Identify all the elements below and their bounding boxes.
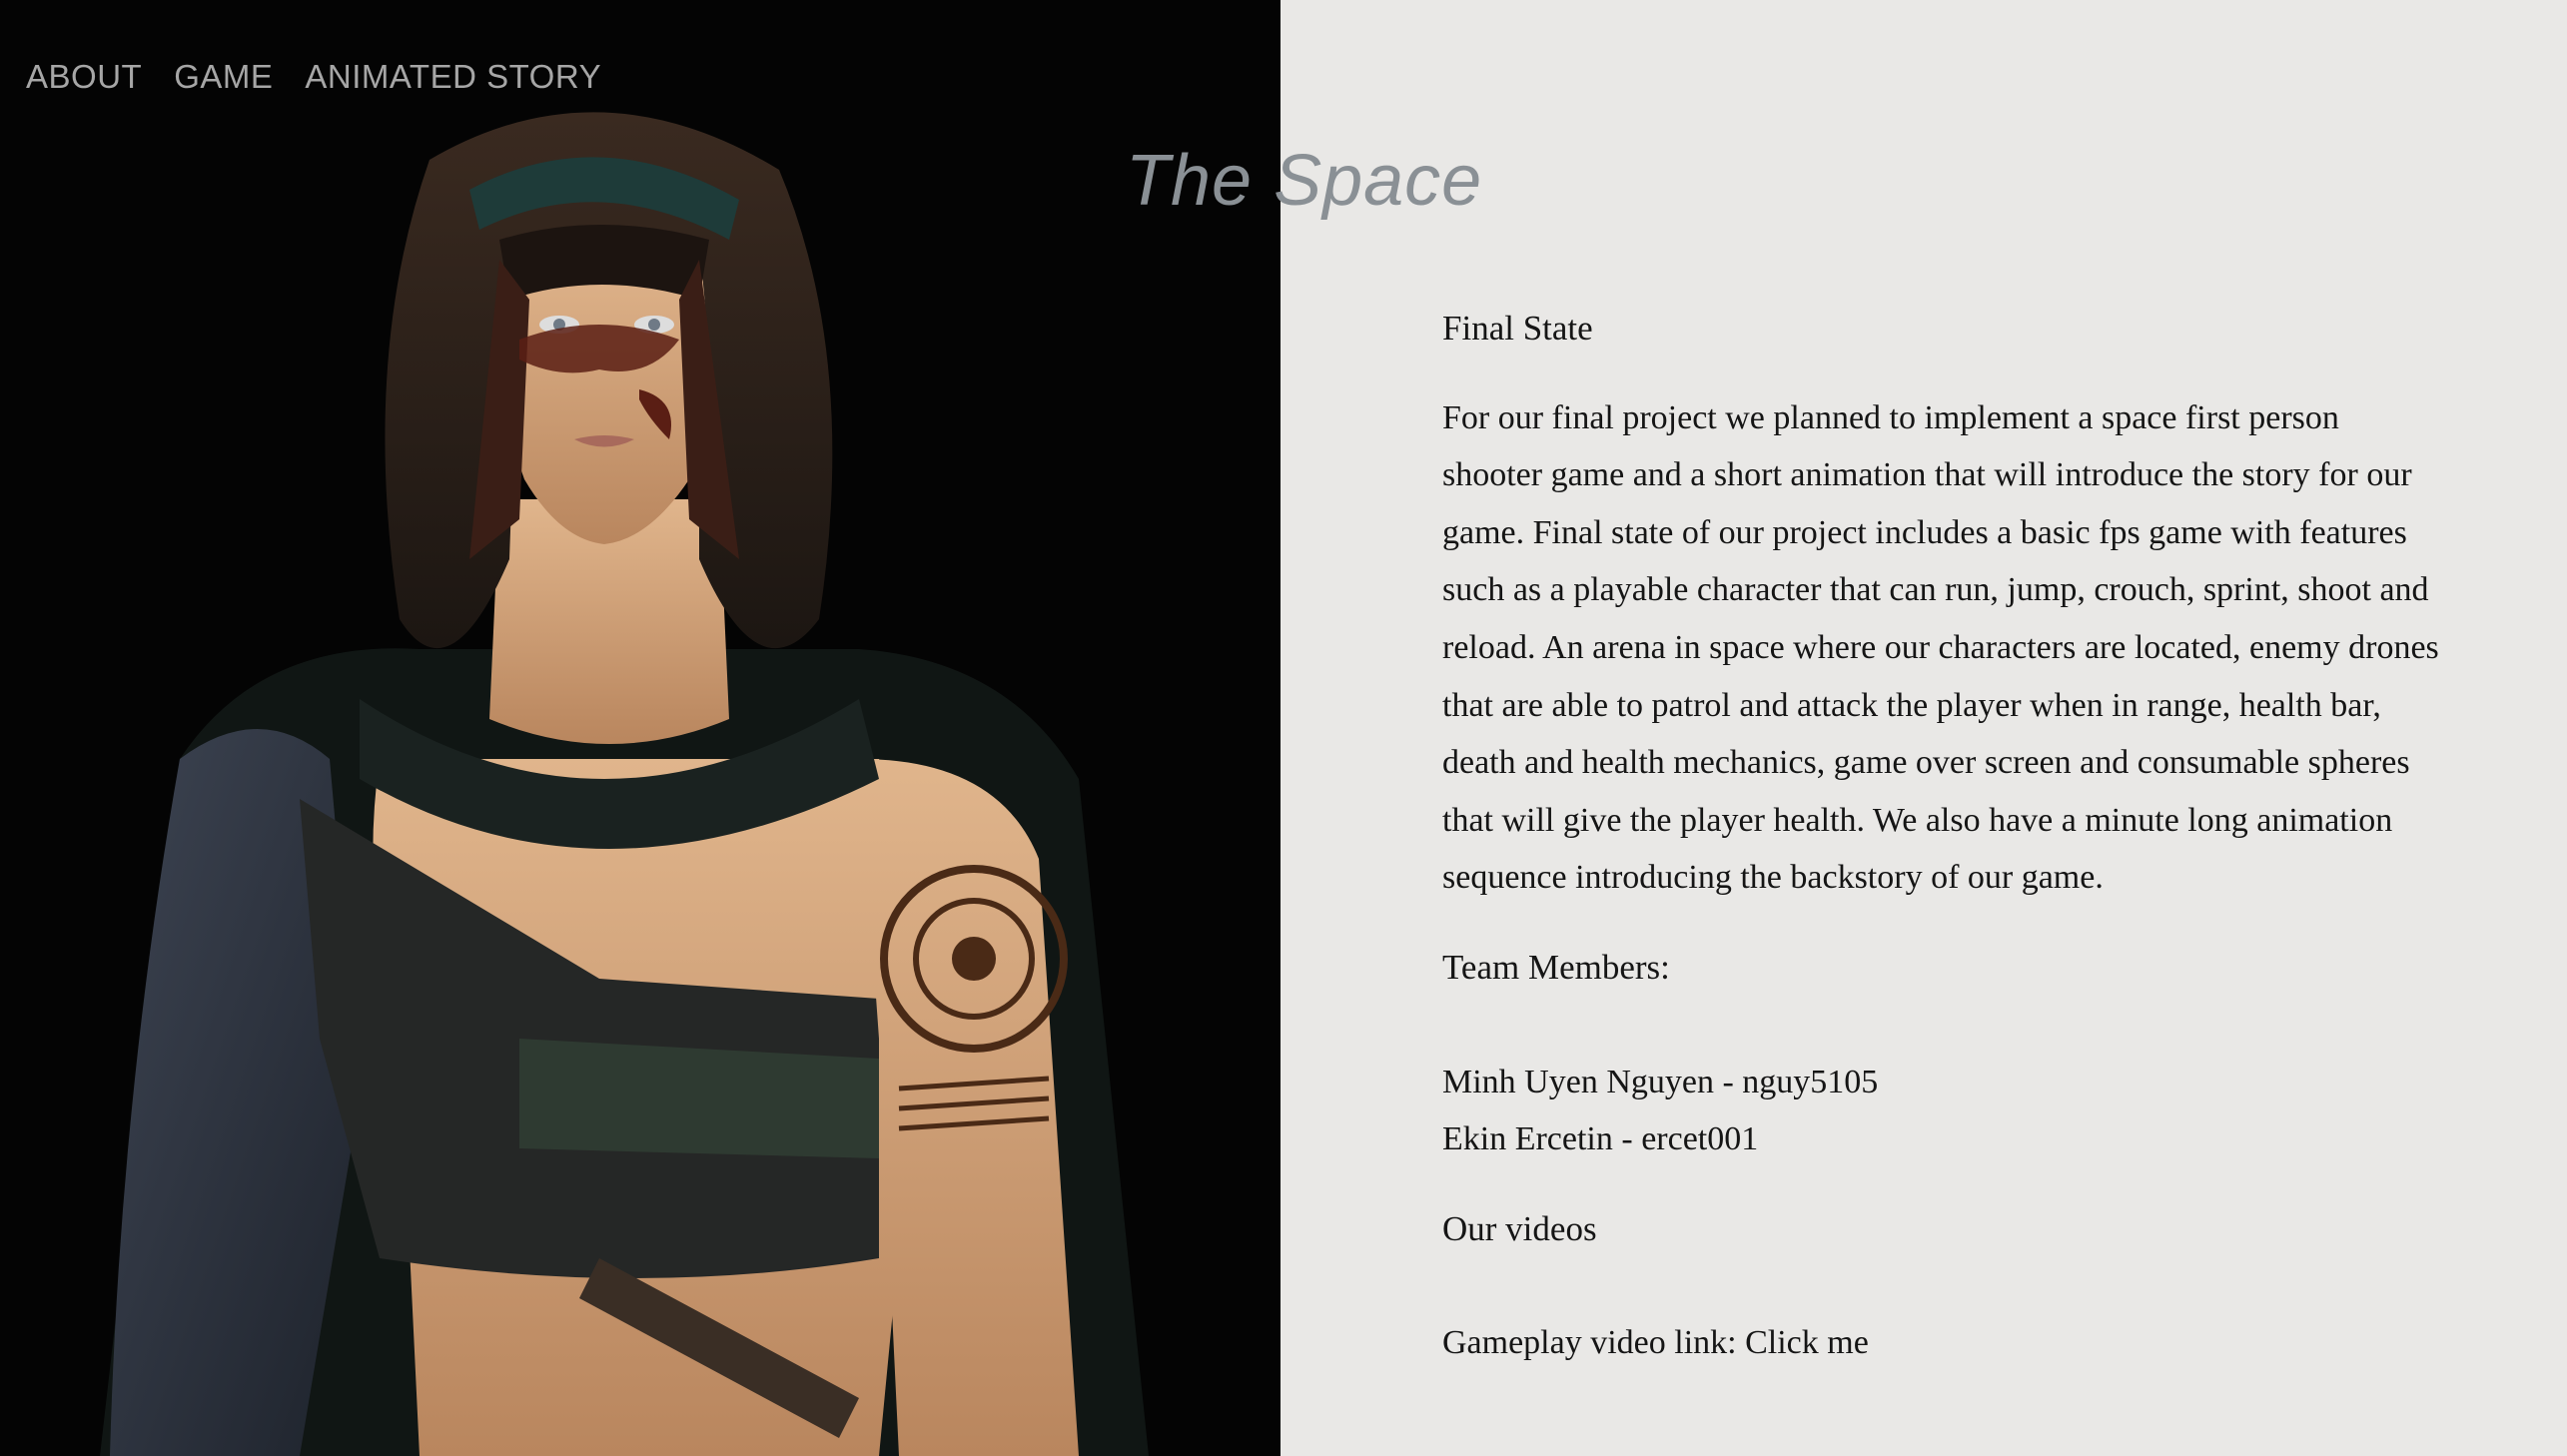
character-illustration xyxy=(100,112,1149,1456)
gameplay-video-line: Gameplay video link: Click me xyxy=(1442,1314,2441,1372)
hero-image-panel xyxy=(0,0,1281,1456)
project-description: For our final project we planned to impl… xyxy=(1442,398,2439,897)
nav-game-link[interactable]: GAME xyxy=(174,58,273,96)
team-member: Ekin Ercetin - ercet001 xyxy=(1442,1120,1759,1158)
gameplay-video-link[interactable]: Click me xyxy=(1745,1324,1869,1361)
videos-heading: Our videos xyxy=(1442,1208,1597,1248)
gameplay-video-label: Gameplay video link: xyxy=(1442,1324,1746,1362)
site-title: The Space xyxy=(1126,141,1483,221)
main-nav: ABOUT GAME ANIMATED STORY xyxy=(26,58,601,96)
team-heading: Team Members: xyxy=(1442,947,1670,987)
final-state-heading: Final State xyxy=(1442,309,1593,348)
team-member: Minh Uyen Nguyen - nguy5105 xyxy=(1442,1063,1879,1100)
main-content: Final State For our final project we pla… xyxy=(1442,300,2441,1372)
nav-animated-story-link[interactable]: ANIMATED STORY xyxy=(305,58,601,96)
nav-about-link[interactable]: ABOUT xyxy=(26,58,142,96)
